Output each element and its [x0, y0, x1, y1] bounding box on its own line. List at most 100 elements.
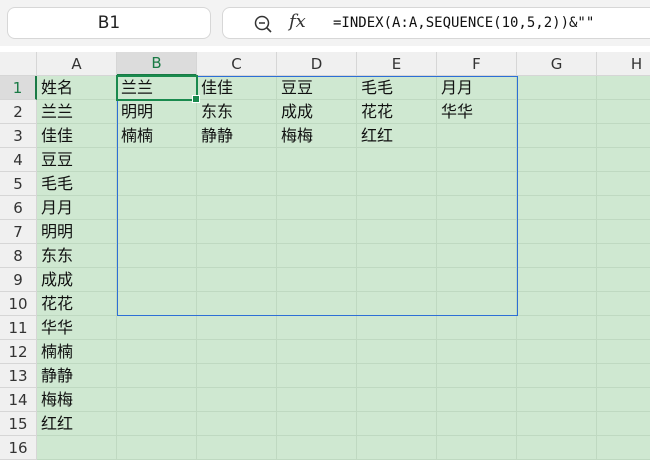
cell-d3[interactable]: 梅梅	[277, 124, 357, 148]
cell-f7[interactable]	[437, 220, 517, 244]
cell-a9[interactable]: 成成	[37, 268, 117, 292]
row-header-5[interactable]: 5	[0, 172, 37, 196]
cell-b1[interactable]: 兰兰	[117, 76, 197, 100]
cell-a11[interactable]: 华华	[37, 316, 117, 340]
cell-b15[interactable]	[117, 412, 197, 436]
cell-g13[interactable]	[517, 364, 597, 388]
cell-c5[interactable]	[197, 172, 277, 196]
cell-c11[interactable]	[197, 316, 277, 340]
cell-f3[interactable]	[437, 124, 517, 148]
cell-g6[interactable]	[517, 196, 597, 220]
cell-f9[interactable]	[437, 268, 517, 292]
cell-a15[interactable]: 红红	[37, 412, 117, 436]
cell-e16[interactable]	[357, 436, 437, 460]
cell-b5[interactable]	[117, 172, 197, 196]
cell-b16[interactable]	[117, 436, 197, 460]
formula-input-area[interactable]: fx =INDEX(A:A,SEQUENCE(10,5,2))&""	[222, 7, 650, 39]
cell-d14[interactable]	[277, 388, 357, 412]
cell-a5[interactable]: 毛毛	[37, 172, 117, 196]
cell-a6[interactable]: 月月	[37, 196, 117, 220]
cell-d15[interactable]	[277, 412, 357, 436]
cell-f12[interactable]	[437, 340, 517, 364]
cell-h15[interactable]	[597, 412, 650, 436]
cell-c6[interactable]	[197, 196, 277, 220]
column-header-c[interactable]: C	[197, 52, 277, 76]
cell-g4[interactable]	[517, 148, 597, 172]
row-header-14[interactable]: 14	[0, 388, 37, 412]
cell-h8[interactable]	[597, 244, 650, 268]
cell-d1[interactable]: 豆豆	[277, 76, 357, 100]
cell-a16[interactable]	[37, 436, 117, 460]
cell-h16[interactable]	[597, 436, 650, 460]
select-all-corner[interactable]	[0, 52, 37, 76]
cell-b13[interactable]	[117, 364, 197, 388]
cell-b9[interactable]	[117, 268, 197, 292]
cell-h9[interactable]	[597, 268, 650, 292]
cell-e11[interactable]	[357, 316, 437, 340]
cell-f15[interactable]	[437, 412, 517, 436]
cell-c14[interactable]	[197, 388, 277, 412]
cell-a2[interactable]: 兰兰	[37, 100, 117, 124]
cell-g7[interactable]	[517, 220, 597, 244]
row-header-3[interactable]: 3	[0, 124, 37, 148]
cell-h5[interactable]	[597, 172, 650, 196]
cell-b10[interactable]	[117, 292, 197, 316]
row-header-11[interactable]: 11	[0, 316, 37, 340]
cell-h6[interactable]	[597, 196, 650, 220]
row-header-4[interactable]: 4	[0, 148, 37, 172]
cell-g2[interactable]	[517, 100, 597, 124]
cell-d10[interactable]	[277, 292, 357, 316]
cell-e13[interactable]	[357, 364, 437, 388]
cell-e14[interactable]	[357, 388, 437, 412]
cell-g14[interactable]	[517, 388, 597, 412]
cell-g3[interactable]	[517, 124, 597, 148]
cell-c4[interactable]	[197, 148, 277, 172]
cell-c3[interactable]: 静静	[197, 124, 277, 148]
function-icon[interactable]: fx	[289, 11, 306, 32]
cell-f13[interactable]	[437, 364, 517, 388]
cell-g12[interactable]	[517, 340, 597, 364]
cell-h12[interactable]	[597, 340, 650, 364]
cell-c9[interactable]	[197, 268, 277, 292]
cell-a10[interactable]: 花花	[37, 292, 117, 316]
cell-b6[interactable]	[117, 196, 197, 220]
cell-a8[interactable]: 东东	[37, 244, 117, 268]
cell-d11[interactable]	[277, 316, 357, 340]
row-header-9[interactable]: 9	[0, 268, 37, 292]
cell-b7[interactable]	[117, 220, 197, 244]
cell-a14[interactable]: 梅梅	[37, 388, 117, 412]
cell-g5[interactable]	[517, 172, 597, 196]
cell-f16[interactable]	[437, 436, 517, 460]
cell-e9[interactable]	[357, 268, 437, 292]
cell-h4[interactable]	[597, 148, 650, 172]
row-header-7[interactable]: 7	[0, 220, 37, 244]
cell-b14[interactable]	[117, 388, 197, 412]
column-header-f[interactable]: F	[437, 52, 517, 76]
cell-h14[interactable]	[597, 388, 650, 412]
cell-a4[interactable]: 豆豆	[37, 148, 117, 172]
cell-g10[interactable]	[517, 292, 597, 316]
cell-d4[interactable]	[277, 148, 357, 172]
cell-a3[interactable]: 佳佳	[37, 124, 117, 148]
cell-a7[interactable]: 明明	[37, 220, 117, 244]
row-header-2[interactable]: 2	[0, 100, 37, 124]
row-header-8[interactable]: 8	[0, 244, 37, 268]
cell-a13[interactable]: 静静	[37, 364, 117, 388]
row-header-10[interactable]: 10	[0, 292, 37, 316]
cell-g16[interactable]	[517, 436, 597, 460]
cell-b11[interactable]	[117, 316, 197, 340]
cell-f10[interactable]	[437, 292, 517, 316]
cell-e15[interactable]	[357, 412, 437, 436]
cell-h3[interactable]	[597, 124, 650, 148]
cell-f8[interactable]	[437, 244, 517, 268]
cell-d13[interactable]	[277, 364, 357, 388]
column-header-g[interactable]: G	[517, 52, 597, 76]
cell-f14[interactable]	[437, 388, 517, 412]
column-header-e[interactable]: E	[357, 52, 437, 76]
cell-e10[interactable]	[357, 292, 437, 316]
cell-f2[interactable]: 华华	[437, 100, 517, 124]
cell-e4[interactable]	[357, 148, 437, 172]
cell-c15[interactable]	[197, 412, 277, 436]
cell-c12[interactable]	[197, 340, 277, 364]
cell-d2[interactable]: 成成	[277, 100, 357, 124]
